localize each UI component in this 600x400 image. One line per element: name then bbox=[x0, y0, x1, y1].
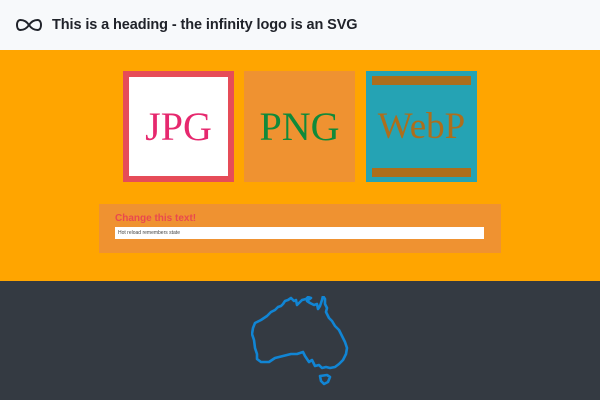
card-title: Change this text! bbox=[115, 213, 197, 224]
page-title: This is a heading - the infinity logo is… bbox=[52, 17, 358, 33]
hot-reload-card: Change this text! bbox=[99, 204, 501, 253]
infinity-icon bbox=[16, 19, 42, 31]
state-input[interactable] bbox=[115, 227, 484, 239]
webp-top-bar bbox=[372, 76, 471, 85]
page-header: This is a heading - the infinity logo is… bbox=[0, 0, 600, 50]
png-image: PNG bbox=[244, 71, 355, 182]
webp-bottom-bar bbox=[372, 168, 471, 177]
image-section: JPG PNG WebP Change this text! bbox=[0, 50, 600, 281]
jpg-label: JPG bbox=[145, 104, 212, 149]
australia-map-icon bbox=[251, 296, 349, 386]
png-label: PNG bbox=[259, 104, 340, 149]
footer-section bbox=[0, 281, 600, 400]
webp-image: WebP bbox=[366, 71, 477, 182]
webp-label: WebP bbox=[377, 106, 466, 147]
jpg-image: JPG bbox=[123, 71, 234, 182]
app-root: This is a heading - the infinity logo is… bbox=[0, 0, 600, 400]
